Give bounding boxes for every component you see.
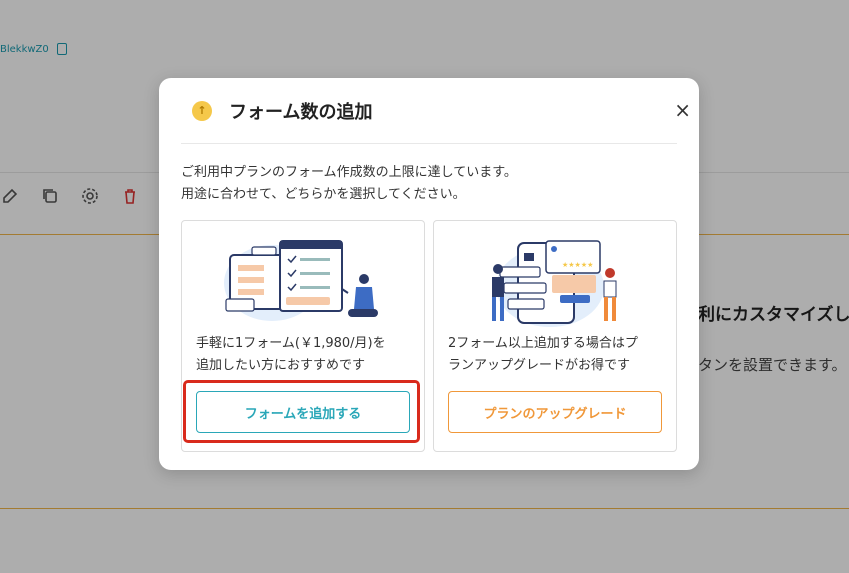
upgrade-coin-icon: ↑ [192, 100, 212, 121]
modal-description: ご利用中プランのフォーム作成数の上限に達しています。 用途に合わせて、どちらかを… [181, 162, 677, 206]
upgrade-text-line-1: 2フォーム以上追加する場合はプ [448, 336, 638, 351]
add-form-description: 手軽に1フォーム(￥1,980/月)を 追加したい方におすすめです [196, 333, 416, 377]
option-card-upgrade-plan: ★★★★★ 2フォーム以上追加する場合はプ ランアップグレードがお得です プラン… [433, 220, 677, 452]
modal-header: ↑ フォーム数の追加 [181, 78, 677, 144]
add-form-text-line-1: 手軽に1フォーム(￥1,980/月)を [196, 336, 386, 351]
add-form-illustration [182, 233, 424, 333]
add-form-modal: ↑ フォーム数の追加 × ご利用中プランのフォーム作成数の上限に達しています。 … [159, 78, 699, 470]
modal-title: フォーム数の追加 [229, 101, 373, 123]
description-line-2: 用途に合わせて、どちらかを選択してください。 [181, 187, 466, 202]
svg-text:★★★★★: ★★★★★ [562, 261, 593, 269]
upgrade-text-line-2: ランアップグレードがお得です [448, 358, 631, 373]
upgrade-plan-description: 2フォーム以上追加する場合はプ ランアップグレードがお得です [448, 333, 668, 377]
upgrade-plan-button[interactable]: プランのアップグレード [448, 391, 662, 433]
option-card-add-form: 手軽に1フォーム(￥1,980/月)を 追加したい方におすすめです フォームを追… [181, 220, 425, 452]
add-form-text-line-2: 追加したい方におすすめです [196, 358, 366, 373]
upgrade-plan-illustration: ★★★★★ [434, 233, 676, 333]
close-button[interactable]: × [674, 100, 691, 120]
description-line-1: ご利用中プランのフォーム作成数の上限に達しています。 [181, 165, 517, 180]
add-form-button[interactable]: フォームを追加する [196, 391, 410, 433]
